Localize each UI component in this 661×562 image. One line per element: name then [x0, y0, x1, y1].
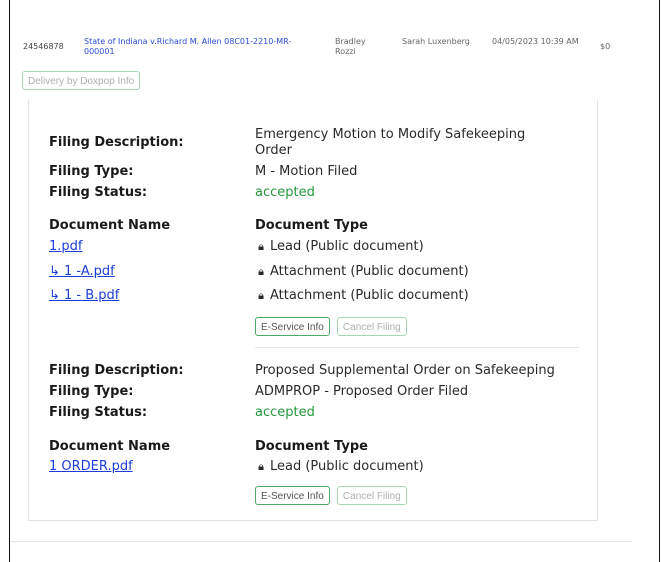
lock-icon: 🔒︎ [258, 289, 264, 302]
cancel-filing-button[interactable]: Cancel Filing [336, 317, 407, 336]
document-type-header: Document Type [255, 439, 368, 454]
filing-details-card: Filing Description: Emergency Motion to … [28, 100, 598, 521]
filing-divider [255, 347, 579, 348]
document-type: 🔒︎ Attachment (Public document) [255, 264, 469, 279]
attachment-link[interactable]: ↳ 1 - B.pdf [49, 288, 119, 303]
document-type: 🔒︎ Attachment (Public document) [255, 288, 469, 303]
document-name-header: Document Name [49, 218, 171, 233]
filing-status-label: Filing Status: [49, 405, 148, 420]
document-type: 🔒︎ Lead (Public document) [255, 459, 424, 474]
judge-name: Bradley Rozzi [335, 37, 366, 56]
attachment-link[interactable]: ↳ 1 -A.pdf [49, 264, 115, 279]
document-type: 🔒︎ Lead (Public document) [255, 239, 424, 254]
filing-actions: E-Service Info Cancel Filing [255, 484, 409, 505]
filing-status-value: accepted [255, 185, 315, 200]
case-filing-row: 24546878 State of Indiana v.Richard M. A… [10, 0, 659, 60]
filing-type-label: Filing Type: [49, 384, 134, 399]
lock-icon: 🔒︎ [258, 265, 264, 278]
filing-description-value: Proposed Supplemental Order on Safekeepi… [255, 363, 555, 378]
cancel-filing-button[interactable]: Cancel Filing [336, 486, 407, 505]
filing-type-value: M - Motion Filed [255, 164, 358, 179]
filing-fee: $0 [600, 42, 611, 51]
filing-actions: E-Service Info Cancel Filing [255, 315, 409, 336]
lock-icon: 🔒︎ [258, 460, 264, 473]
filing-id: 24546878 [23, 42, 64, 51]
filing-status-value: accepted [255, 405, 315, 420]
document-name-header: Document Name [49, 439, 171, 454]
filer-name: Sarah Luxenberg [402, 37, 470, 46]
filing-type-value: ADMPROP - Proposed Order Filed [255, 384, 469, 399]
delivery-info-button[interactable]: Delivery by Doxpop Info [22, 71, 141, 90]
filing-date: 04/05/2023 10:39 AM [492, 37, 579, 46]
filing-description-label: Filing Description: [49, 363, 184, 378]
lock-icon: 🔒︎ [258, 240, 264, 253]
case-link[interactable]: State of Indiana v.Richard M. Allen 08C0… [84, 37, 314, 57]
e-service-info-button[interactable]: E-Service Info [255, 317, 330, 336]
frame-left-border [9, 0, 10, 562]
e-service-info-button[interactable]: E-Service Info [255, 486, 330, 505]
filing-description-label: Filing Description: [49, 135, 184, 150]
filing-type-label: Filing Type: [49, 164, 134, 179]
document-link[interactable]: 1.pdf [49, 239, 82, 254]
document-type-header: Document Type [255, 218, 368, 233]
frame-right-border [659, 0, 660, 562]
bottom-divider [10, 541, 632, 542]
filing-description-value: Emergency Motion to Modify Safekeeping O… [255, 127, 526, 158]
document-link[interactable]: 1 ORDER.pdf [49, 459, 133, 474]
filing-status-label: Filing Status: [49, 185, 148, 200]
